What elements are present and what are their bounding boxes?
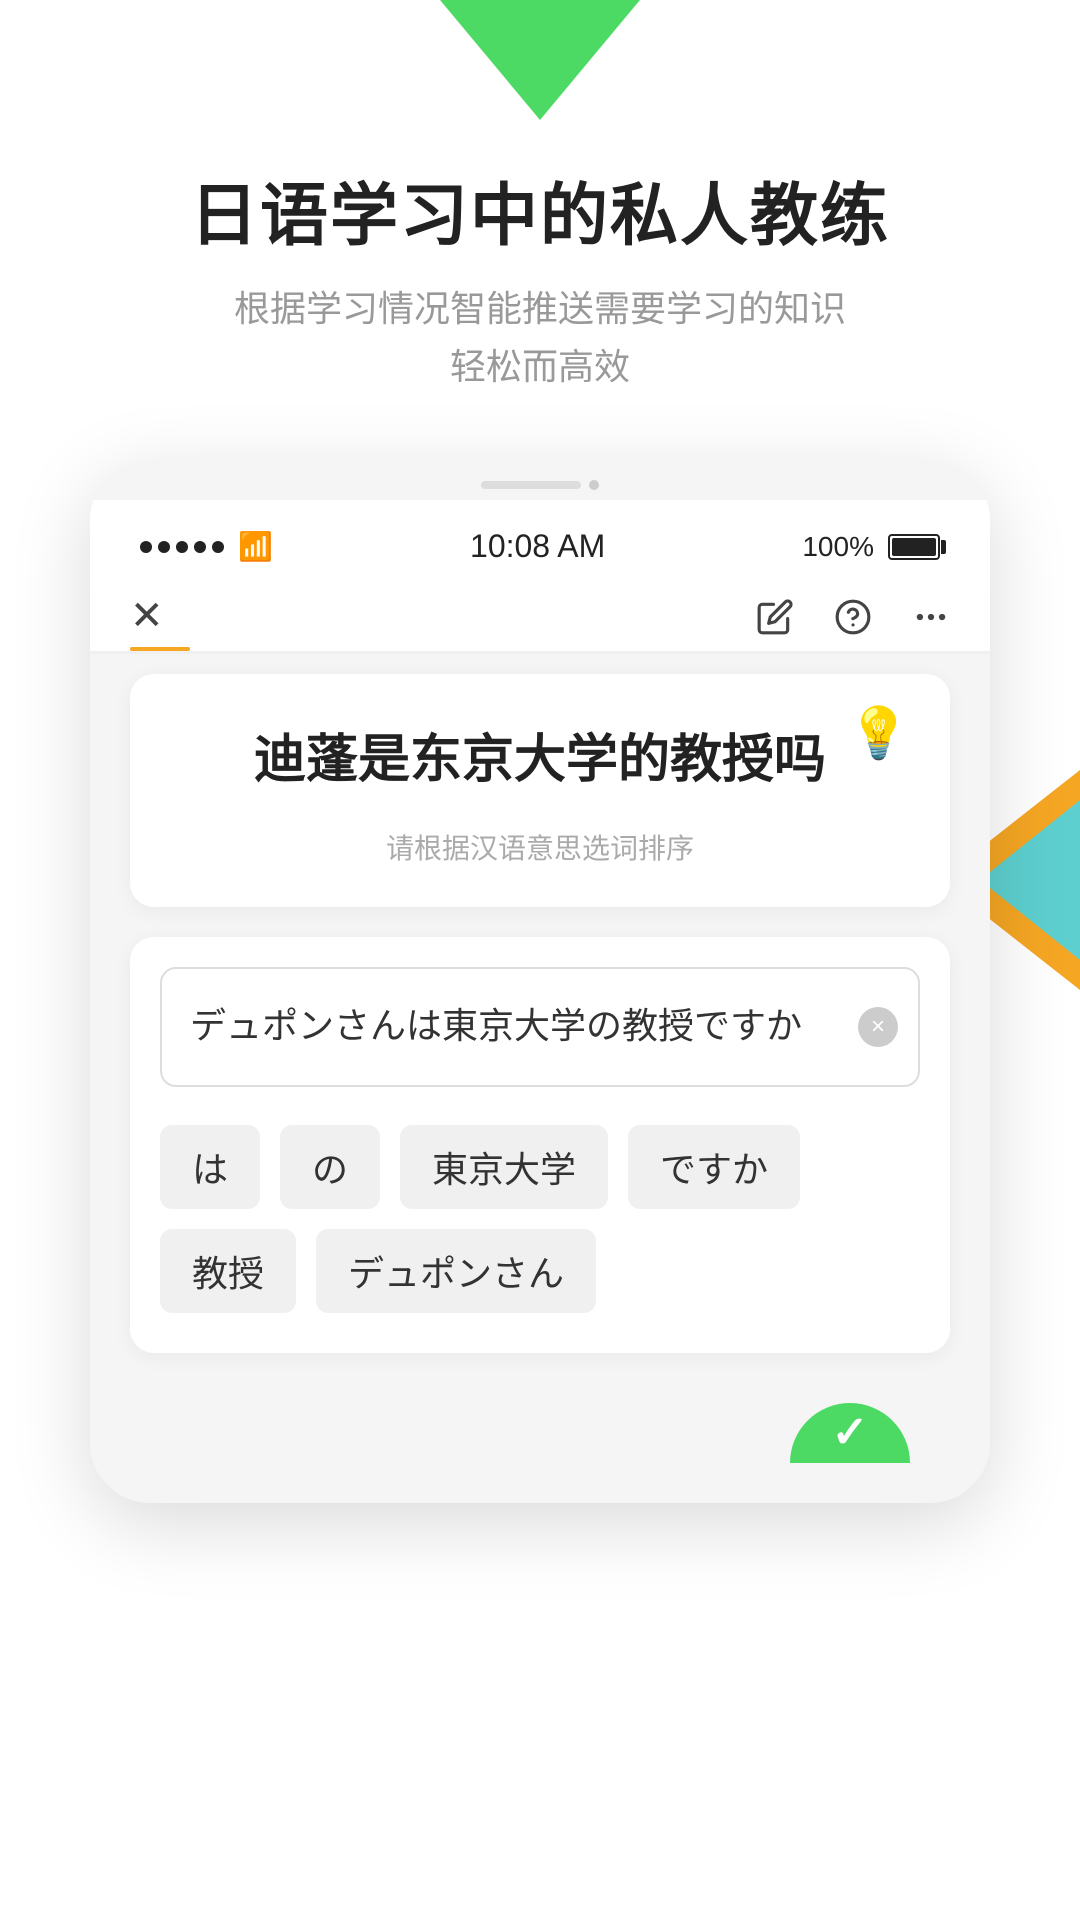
word-chip-dupon[interactable]: デュポンさん <box>316 1229 596 1313</box>
more-icon[interactable] <box>912 598 950 646</box>
check-button[interactable]: ✓ <box>790 1403 910 1463</box>
battery-text: 100% <box>802 531 874 563</box>
word-chip-ha[interactable]: は <box>160 1125 260 1209</box>
nav-bar: ✕ <box>90 575 990 654</box>
word-chip-no[interactable]: の <box>280 1125 380 1209</box>
help-icon[interactable] <box>834 598 872 646</box>
question-card: 💡 迪蓬是东京大学的教授吗 请根据汉语意思选词排序 <box>130 674 950 907</box>
word-chip-tokyo[interactable]: 東京大学 <box>400 1125 608 1209</box>
status-time: 10:08 AM <box>470 528 605 565</box>
answer-input-area[interactable]: デュポンさんは東京大学の教授ですか × <box>160 967 920 1087</box>
word-chip-desuka[interactable]: ですか <box>628 1125 800 1209</box>
nav-underline <box>130 647 190 651</box>
clear-button[interactable]: × <box>858 1007 898 1047</box>
word-chip-kyoju[interactable]: 教授 <box>160 1229 296 1313</box>
subtitle: 根据学习情况智能推送需要学习的知识 轻松而高效 <box>0 280 1080 395</box>
logo-triangle <box>440 0 640 120</box>
phone-mockup: 📶 10:08 AM 100% ✕ <box>90 460 990 1503</box>
question-text: 迪蓬是东京大学的教授吗 <box>170 724 910 797</box>
close-button[interactable]: ✕ <box>130 593 190 639</box>
status-bar: 📶 10:08 AM 100% <box>90 500 990 575</box>
scroll-indicator <box>90 460 990 500</box>
question-hint: 请根据汉语意思选词排序 <box>170 827 910 867</box>
answer-card: デュポンさんは東京大学の教授ですか × は の 東京大学 ですか 教授 デュポン… <box>130 937 950 1353</box>
answer-text: デュポンさんは東京大学の教授ですか <box>190 1005 802 1046</box>
wifi-icon: 📶 <box>238 530 273 563</box>
check-icon: ✓ <box>832 1411 869 1455</box>
lightbulb-icon: 💡 <box>848 704 910 763</box>
content-area: 💡 迪蓬是东京大学的教授吗 请根据汉语意思选词排序 デュポンさんは東京大学の教授… <box>90 654 990 1373</box>
battery-icon <box>888 534 940 560</box>
word-choices: は の 東京大学 ですか 教授 デュポンさん <box>160 1115 920 1323</box>
main-title: 日语学习中的私人教练 <box>0 160 1080 259</box>
edit-icon[interactable] <box>756 598 794 646</box>
